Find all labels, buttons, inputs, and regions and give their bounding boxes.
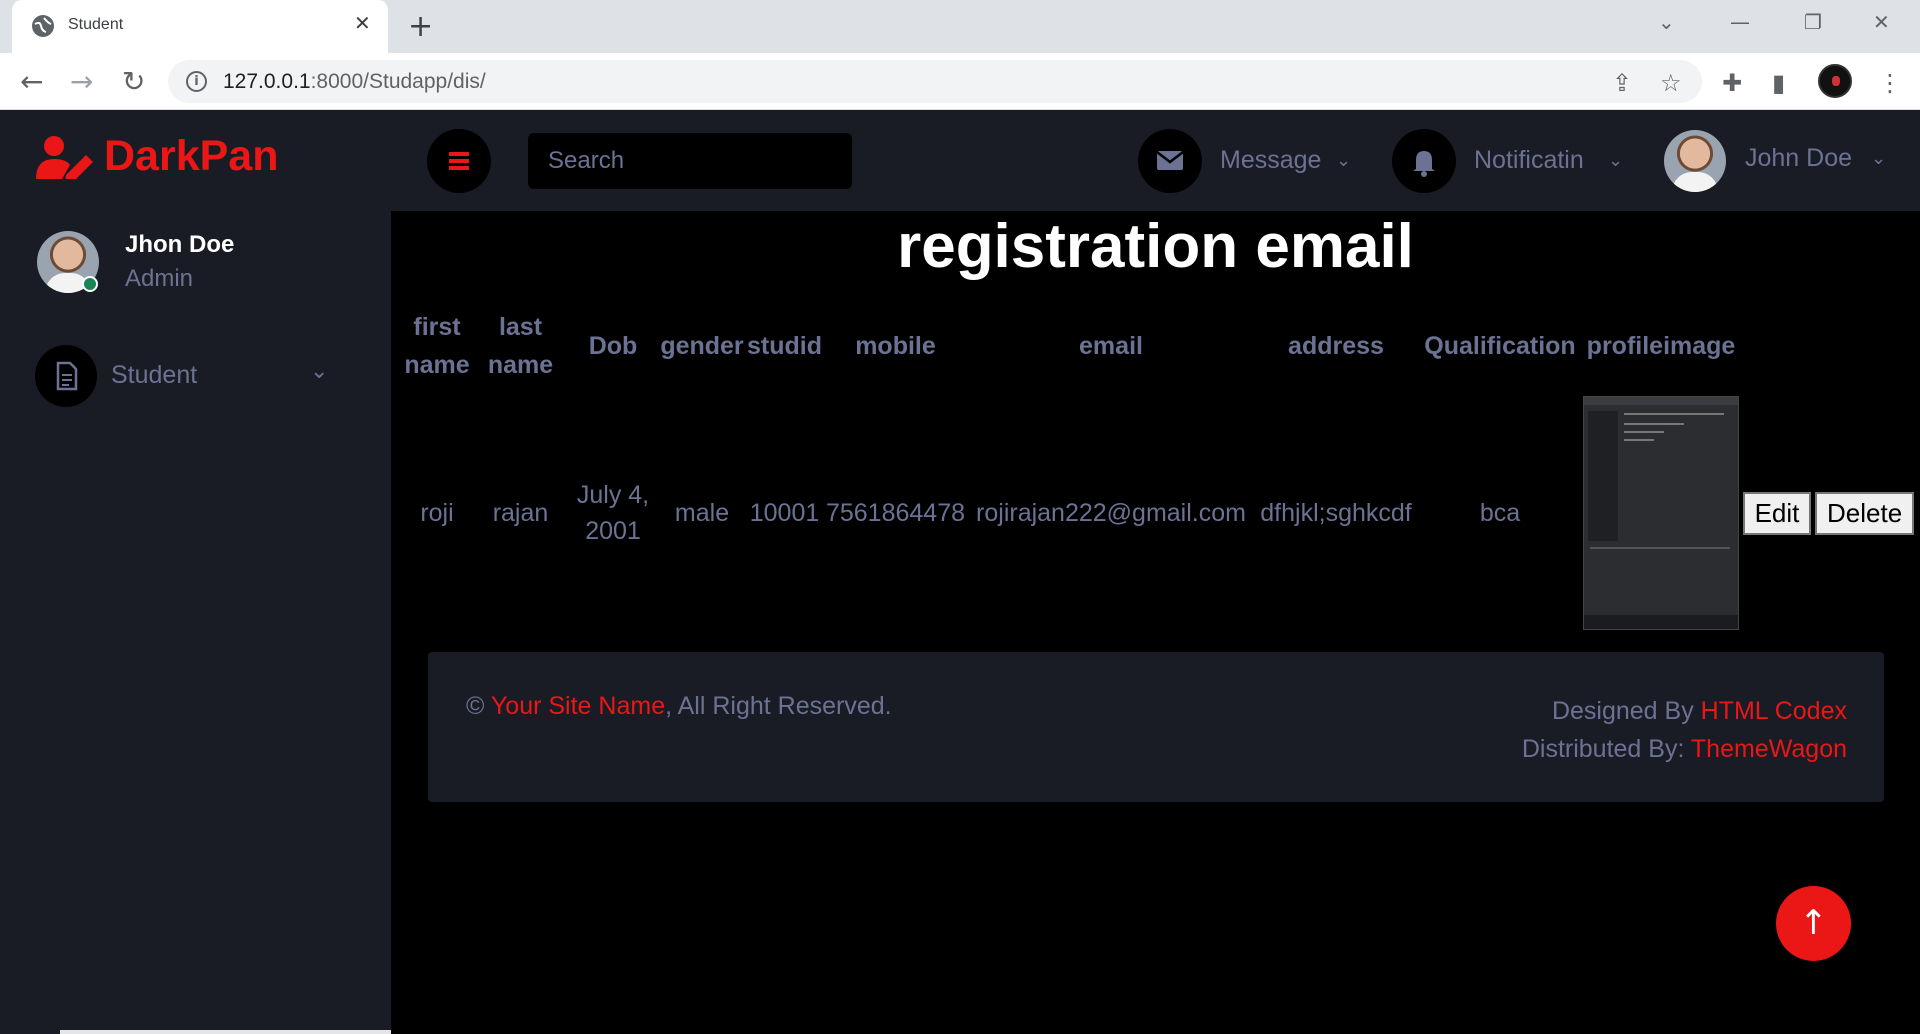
notification-dropdown[interactable]: Notificatin [1474, 146, 1584, 175]
url-text[interactable]: 127.0.0.1:8000/Studapp/dis/ [223, 70, 486, 94]
address-bar[interactable]: i 127.0.0.1:8000/Studapp/dis/ [168, 60, 1702, 103]
bars-icon [449, 152, 469, 170]
footer-copyright: © Your Site Name, All Right Reserved. [466, 692, 892, 721]
new-tab-button[interactable]: + [408, 9, 433, 44]
back-icon[interactable]: ← [20, 65, 43, 98]
globe-icon [32, 15, 54, 37]
brand-logo[interactable]: DarkPan [36, 132, 279, 182]
column-header: address [1288, 332, 1384, 360]
cell-delete: Delete [1814, 396, 1915, 630]
column-header: studid [747, 332, 822, 360]
profile-dropdown[interactable]: John Doe [1745, 144, 1852, 173]
column-header: email [1079, 332, 1143, 360]
browser-tab-bar: Student ✕ + ⌄ — ❐ ✕ [0, 0, 1920, 53]
back-to-top-button[interactable]: ↑ [1776, 886, 1851, 961]
close-window-icon[interactable]: ✕ [1873, 10, 1890, 34]
bell-icon[interactable] [1392, 129, 1456, 193]
browser-profile-icon[interactable] [1818, 64, 1852, 98]
cell-first-name: roji [420, 499, 454, 527]
tab-search-icon[interactable]: ⌄ [1658, 10, 1675, 34]
sidebar-user-role: Admin [125, 265, 194, 292]
search-input[interactable] [528, 133, 852, 189]
chevron-down-icon: ⌄ [310, 359, 329, 384]
sidebar: DarkPan Jhon Doe Admin Student ⌄ [0, 110, 490, 1034]
file-icon [35, 345, 97, 407]
distributor-link[interactable]: ThemeWagon [1691, 735, 1847, 763]
top-navbar: Message ⌄ Notificatin ⌄ John Doe ⌄ [391, 110, 1920, 211]
tab-close-icon[interactable]: ✕ [354, 11, 371, 35]
avatar[interactable] [1664, 130, 1726, 192]
page-title: registration email [897, 212, 1414, 281]
sidebar-toggle-button[interactable] [427, 129, 491, 193]
distributed-by-text: Distributed By: [1521, 735, 1691, 763]
info-icon[interactable]: i [186, 71, 207, 92]
cell-dob: July 4, 2001 [576, 481, 650, 545]
sidebar-user-name: Jhon Doe [125, 231, 235, 258]
reload-icon[interactable]: ↻ [122, 65, 145, 98]
column-header [1814, 296, 1915, 396]
delete-button[interactable]: Delete [1815, 491, 1915, 535]
browser-toolbar: ← → ↻ i 127.0.0.1:8000/Studapp/dis/ ⇪ ☆ … [0, 53, 1920, 110]
chevron-down-icon[interactable]: ⌄ [1871, 148, 1886, 169]
forward-icon[interactable]: → [70, 65, 93, 98]
table-row: roji rajan July 4, 2001 male 10001 75618… [401, 396, 1915, 630]
column-header: Dob [588, 332, 638, 360]
sidepanel-icon[interactable]: ▮ [1772, 69, 1785, 97]
sidebar-item-label: Student [111, 361, 198, 389]
brand-name: DarkPan [104, 132, 279, 180]
chevron-down-icon[interactable]: ⌄ [1336, 150, 1351, 171]
message-dropdown[interactable]: Message [1220, 146, 1321, 175]
student-table: first name last name Dob gender studid m… [401, 296, 1915, 630]
share-icon[interactable]: ⇪ [1612, 69, 1632, 97]
cell-address: dfhjkl;sghkcdf [1260, 499, 1412, 527]
column-header: gender [660, 332, 744, 360]
chevron-down-icon[interactable]: ⌄ [1608, 150, 1623, 171]
envelope-icon[interactable] [1138, 129, 1202, 193]
main-content: registration email first name last name … [391, 211, 1920, 1034]
designed-by-text: Designed By [1551, 697, 1701, 725]
column-header: Qualification [1424, 332, 1576, 360]
restore-icon[interactable]: ❐ [1804, 10, 1822, 34]
cell-studid: 10001 [749, 499, 820, 527]
cell-email: rojirajan222@gmail.com [976, 499, 1246, 527]
menu-icon[interactable]: ⋮ [1878, 69, 1902, 97]
online-status-icon [82, 276, 98, 292]
search-box [528, 133, 852, 189]
cell-qualification: bca [1479, 499, 1521, 527]
tab-title: Student [68, 16, 124, 33]
rights-text: , All Right Reserved. [665, 692, 892, 720]
table-header-row: first name last name Dob gender studid m… [401, 296, 1915, 396]
profile-image [1583, 396, 1739, 630]
cell-edit: Edit [1740, 396, 1814, 630]
column-header: first name [404, 313, 470, 379]
user-edit-icon [36, 135, 94, 182]
column-header: mobile [855, 332, 936, 360]
sidebar-user: Jhon Doe Admin [37, 231, 234, 293]
extensions-icon[interactable]: ✚ [1722, 69, 1742, 97]
column-header: last name [487, 313, 554, 379]
cell-gender: male [674, 499, 730, 527]
column-header: profileimage [1586, 332, 1736, 360]
star-icon[interactable]: ☆ [1660, 69, 1682, 97]
minimize-icon[interactable]: — [1730, 10, 1750, 34]
edit-button[interactable]: Edit [1742, 491, 1812, 535]
site-name-link[interactable]: Your Site Name [491, 692, 665, 720]
footer: © Your Site Name, All Right Reserved. De… [428, 652, 1884, 802]
browser-tab[interactable]: Student ✕ [12, 0, 388, 53]
copyright-symbol: © [466, 692, 485, 720]
cell-mobile: 7561864478 [825, 499, 966, 527]
designer-link[interactable]: HTML Codex [1701, 697, 1847, 725]
footer-credits: Designed By HTML Codex Distributed By: T… [1522, 692, 1847, 768]
cell-last-name: rajan [492, 499, 549, 527]
cell-profile-image [1582, 396, 1740, 630]
sidebar-item-student[interactable]: Student ⌄ [35, 345, 335, 407]
column-header [1740, 296, 1814, 396]
